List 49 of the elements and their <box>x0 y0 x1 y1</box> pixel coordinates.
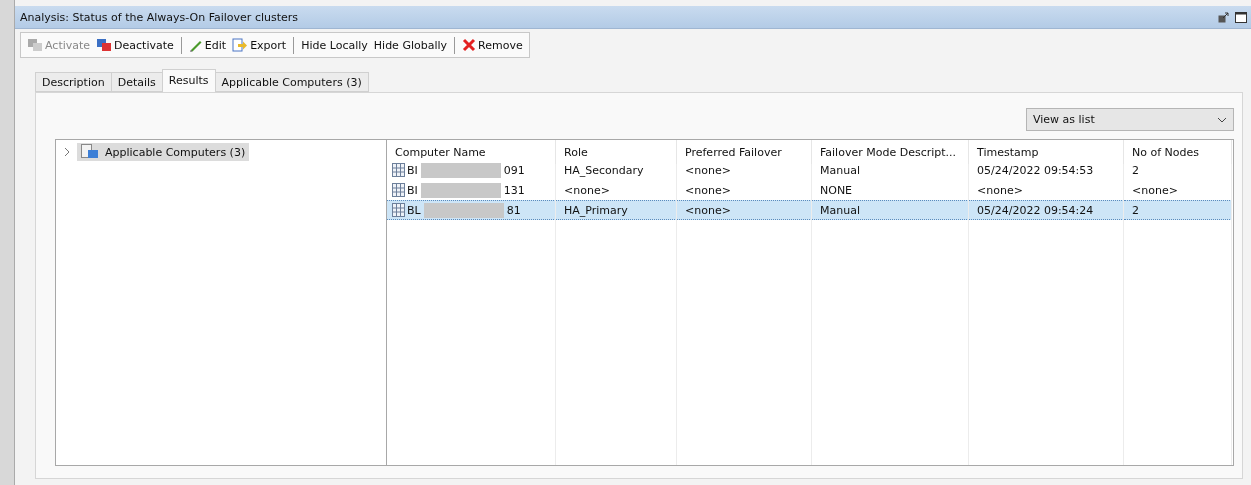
pencil-icon <box>188 38 203 52</box>
chevron-right-icon[interactable] <box>64 147 71 157</box>
maximize-icon[interactable] <box>1235 11 1247 23</box>
computers-icon <box>81 144 99 160</box>
export-icon <box>232 37 249 53</box>
column-header[interactable]: Role <box>556 140 677 164</box>
table-cell: 2 <box>1124 200 1232 220</box>
table-cell: Manual <box>812 200 969 220</box>
computer-name-end: 131 <box>503 183 525 197</box>
tab[interactable]: Details <box>110 72 163 92</box>
toolbar-button[interactable]: Hide Locally <box>298 38 371 52</box>
chevron-down-icon <box>1217 116 1227 123</box>
table-cell-text: <none> <box>976 182 1024 199</box>
table-cell-text: 05/24/2022 09:54:53 <box>976 162 1095 179</box>
table-cell: HA_Primary <box>556 200 677 220</box>
table-cell: <none> <box>677 200 812 220</box>
column-header[interactable]: Failover Mode Descript... <box>812 140 969 164</box>
computer-name-start: BL <box>407 203 421 217</box>
toolbar-button[interactable]: Export <box>229 37 290 53</box>
tab[interactable]: Description <box>35 72 112 92</box>
computer-name-end: 091 <box>503 163 525 177</box>
toolbar-button[interactable]: Edit <box>185 38 230 52</box>
table-cell[interactable]: BL 81 <box>387 200 556 220</box>
window-title: Analysis: Status of the Always-On Failover clusters <box>20 10 299 24</box>
table-cell[interactable]: BI 131 <box>387 180 556 200</box>
undock-icon[interactable] <box>1218 11 1229 23</box>
computer-name-end: 81 <box>506 203 521 217</box>
tab[interactable]: Results <box>161 69 216 92</box>
close-icon <box>462 38 477 52</box>
toolbar-button[interactable]: Hide Globally <box>370 38 451 52</box>
tab[interactable]: Applicable Computers (3) <box>214 72 369 92</box>
table-cell-text: <none> <box>563 182 611 199</box>
computer-name-start: BI <box>407 183 418 197</box>
toolbar-button[interactable]: Deactivate <box>93 38 177 52</box>
table-cell-text: <none> <box>1131 182 1179 199</box>
computer-name-start: BI <box>407 163 418 177</box>
tree-item[interactable]: Applicable Computers (3) <box>77 143 250 161</box>
toolbar-button[interactable]: Remove <box>459 38 526 52</box>
table-cell-text: Manual <box>819 162 861 179</box>
table-cell-text: NONE <box>819 182 854 199</box>
view-dropdown[interactable]: View as list <box>1026 108 1234 131</box>
table-cell-text: <none> <box>684 182 732 199</box>
column-header[interactable]: Preferred Failover <box>677 140 812 164</box>
column-header[interactable]: No of Nodes <box>1124 140 1232 164</box>
column-header[interactable]: Timestamp <box>969 140 1124 164</box>
table-cell: 05/24/2022 09:54:24 <box>969 200 1124 220</box>
table-cell-text: <none> <box>684 162 732 179</box>
table-cell-text: HA_Secondary <box>563 162 645 179</box>
table-cell-text: 2 <box>1131 162 1140 179</box>
